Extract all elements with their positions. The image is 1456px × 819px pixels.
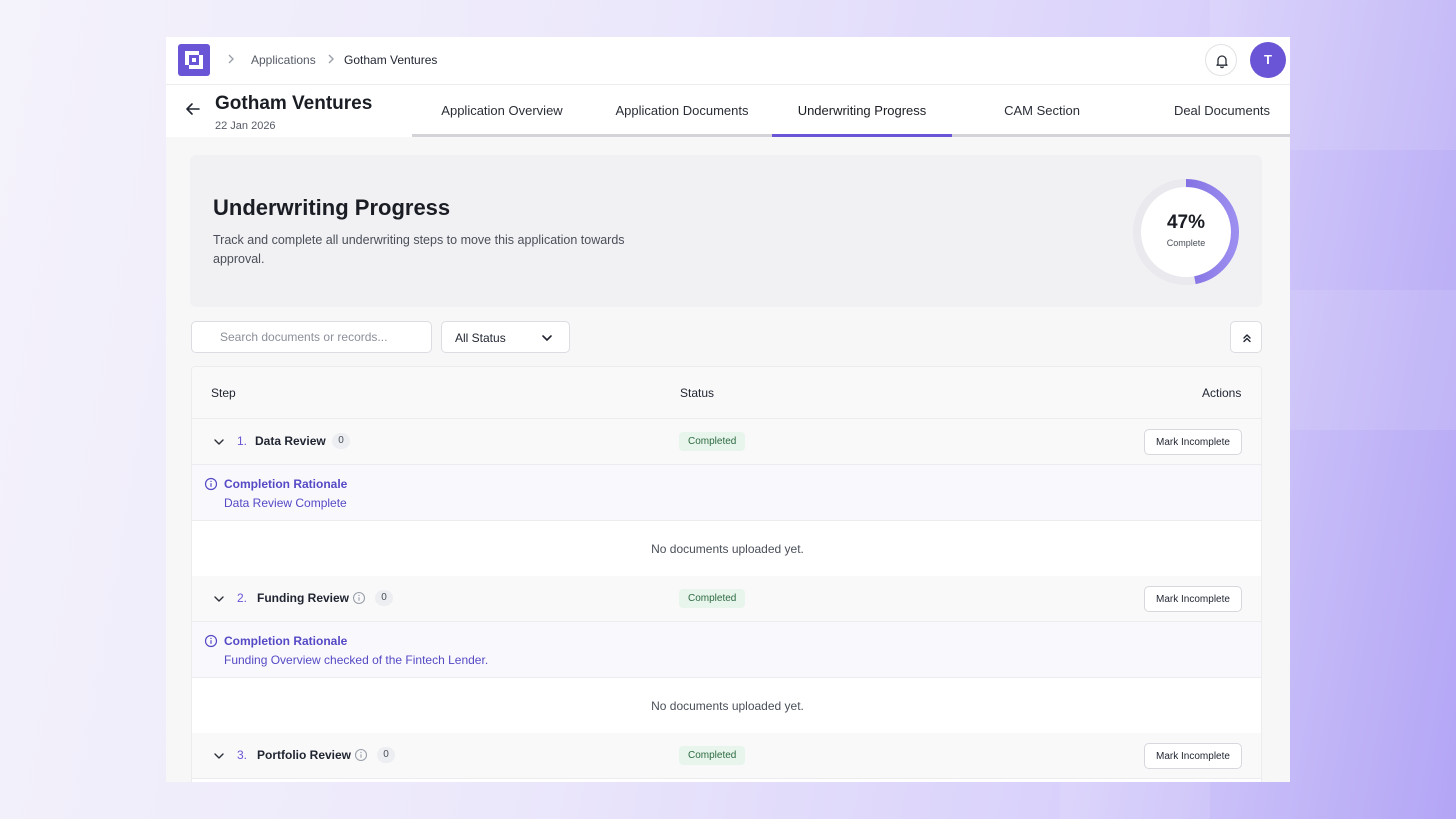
tab-underwriting-progress[interactable]: Underwriting Progress <box>772 85 952 137</box>
table-row[interactable]: 2. Funding Review 0 Completed Mark Incom… <box>192 576 1261 622</box>
chevron-right-icon <box>324 52 338 66</box>
step-name: Data Review <box>255 434 326 448</box>
logo-icon[interactable] <box>178 44 210 76</box>
status-badge: Completed <box>679 432 746 451</box>
breadcrumb-applications[interactable]: Applications <box>251 53 316 67</box>
page-title: Gotham Ventures <box>215 93 373 114</box>
chevron-right-icon <box>224 52 238 66</box>
info-icon[interactable] <box>354 748 368 762</box>
info-icon[interactable] <box>352 591 366 605</box>
search-input[interactable] <box>191 321 432 353</box>
rationale-title: Completion Rationale <box>224 634 348 648</box>
step-number: 3. <box>237 748 248 762</box>
document-count-badge: 0 <box>375 590 393 606</box>
tab-application-overview[interactable]: Application Overview <box>412 85 592 137</box>
bell-icon <box>1216 55 1228 69</box>
table-row[interactable]: 1. Data Review 0 Completed Mark Incomple… <box>192 419 1261 465</box>
status-filter-value: All Status <box>455 331 506 345</box>
step-number: 1. <box>237 434 248 448</box>
progress-summary-card: Underwriting Progress Track and complete… <box>190 155 1262 307</box>
arrow-left-icon[interactable] <box>183 99 203 119</box>
avatar[interactable]: T <box>1250 42 1286 78</box>
tab-application-documents[interactable]: Application Documents <box>592 85 772 137</box>
column-step: Step <box>211 386 236 400</box>
chevron-down-icon[interactable] <box>212 592 226 606</box>
table-header: Step Status Actions <box>192 367 1261 419</box>
chevron-down-icon[interactable] <box>212 435 226 449</box>
document-count-badge: 0 <box>332 433 350 449</box>
step-name: Funding Review <box>257 591 350 605</box>
rationale-text: Funding Overview checked of the Fintech … <box>224 653 489 667</box>
tab-deal-documents[interactable]: Deal Documents <box>1132 85 1290 137</box>
tab-bar: Application Overview Application Documen… <box>412 85 1290 137</box>
rationale-text: Data Review Complete <box>224 496 347 510</box>
app-window: Applications Gotham Ventures T Gotham Ve… <box>166 37 1290 782</box>
mark-incomplete-button[interactable]: Mark Incomplete <box>1144 743 1242 769</box>
mark-incomplete-button[interactable]: Mark Incomplete <box>1144 429 1242 455</box>
page-date: 22 Jan 2026 <box>215 120 276 132</box>
steps-table: Step Status Actions 1. Data Review 0 Com… <box>191 366 1262 782</box>
table-row[interactable]: 3. Portfolio Review 0 Completed Mark Inc… <box>192 733 1261 779</box>
page-header: Gotham Ventures 22 Jan 2026 Application … <box>166 85 1290 137</box>
progress-percent: 47% <box>1166 212 1206 233</box>
section-title: Underwriting Progress <box>213 195 451 220</box>
collapse-all-button[interactable] <box>1230 321 1262 353</box>
no-documents-message: No documents uploaded yet. <box>192 678 1261 734</box>
section-description: Track and complete all underwriting step… <box>213 233 625 266</box>
column-actions: Actions <box>1202 386 1242 400</box>
breadcrumb-current: Gotham Ventures <box>344 53 438 67</box>
rationale-title: Completion Rationale <box>224 477 348 491</box>
chevrons-up-icon <box>1243 334 1251 343</box>
status-badge: Completed <box>679 589 746 608</box>
chevron-down-icon[interactable] <box>212 749 226 763</box>
tab-cam-section[interactable]: CAM Section <box>952 85 1132 137</box>
completion-rationale: Completion Rationale Funding Overview ch… <box>192 622 1261 678</box>
completion-rationale: Completion Rationale Data Review Complet… <box>192 465 1261 521</box>
notifications-button[interactable] <box>1205 44 1237 76</box>
document-count-badge: 0 <box>377 747 395 763</box>
top-bar: Applications Gotham Ventures T <box>166 37 1290 85</box>
chevron-down-icon <box>542 335 552 341</box>
status-filter-select[interactable]: All Status <box>441 321 570 353</box>
column-status: Status <box>680 386 715 400</box>
mark-incomplete-button[interactable]: Mark Incomplete <box>1144 586 1242 612</box>
no-documents-message: No documents uploaded yet. <box>192 521 1261 577</box>
status-badge: Completed <box>679 746 746 765</box>
step-name: Portfolio Review <box>257 748 352 762</box>
progress-sublabel: Complete <box>1166 238 1206 248</box>
info-icon <box>204 634 218 648</box>
step-number: 2. <box>237 591 248 605</box>
info-icon <box>204 477 218 491</box>
